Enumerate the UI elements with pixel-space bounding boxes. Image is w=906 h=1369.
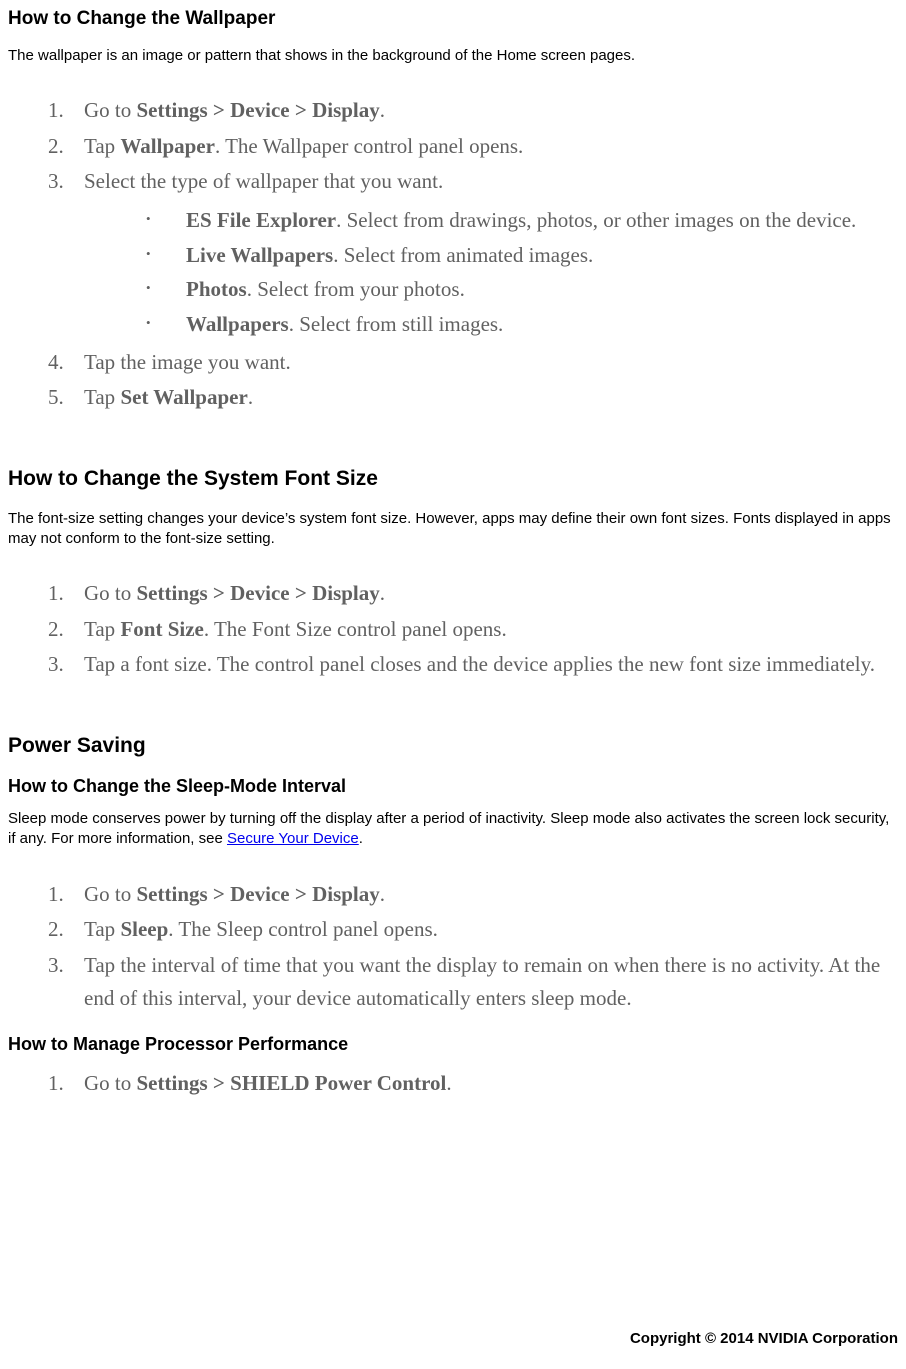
step-text: Tap (84, 917, 120, 941)
intro-text-part: Sleep mode conserves power by turning of… (8, 810, 889, 847)
step-text: Go to (84, 882, 137, 906)
steps-sleep-mode: Go to Settings > Device > Display. Tap S… (48, 878, 898, 1016)
list-item: Wallpapers. Select from still images. (146, 307, 898, 342)
step-item: Select the type of wallpaper that you wa… (48, 165, 898, 341)
step-item: Tap the interval of time that you want t… (48, 949, 898, 1016)
intro-text-part: . (359, 830, 363, 847)
step-text: Go to (84, 581, 137, 605)
step-text: . (380, 581, 385, 605)
step-text: . (446, 1071, 451, 1095)
step-bold: Sleep (120, 917, 168, 941)
step-text: . (380, 98, 385, 122)
step-item: Tap Font Size. The Font Size control pan… (48, 613, 898, 647)
steps-font-size: Go to Settings > Device > Display. Tap F… (48, 577, 898, 682)
steps-processor-performance: Go to Settings > SHIELD Power Control. (48, 1067, 898, 1101)
heading-font-size: How to Change the System Font Size (8, 467, 898, 491)
step-text: . (380, 882, 385, 906)
list-text: . Select from animated images. (333, 243, 593, 267)
secure-device-link[interactable]: Secure Your Device (227, 830, 359, 847)
copyright-footer: Copyright © 2014 NVIDIA Corporation (630, 1330, 898, 1347)
step-bold: Set Wallpaper (120, 385, 247, 409)
list-text: . Select from still images. (289, 312, 504, 336)
intro-font-size: The font-size setting changes your devic… (8, 509, 898, 550)
list-bold: Photos (186, 277, 247, 301)
step-text: . The Font Size control panel opens. (204, 617, 507, 641)
step-text: Tap a font size. The control panel close… (84, 652, 875, 676)
list-item: Photos. Select from your photos. (146, 272, 898, 307)
step-item: Tap Set Wallpaper. (48, 381, 898, 415)
list-text: . Select from your photos. (247, 277, 465, 301)
step-text: . (248, 385, 253, 409)
step-item: Go to Settings > Device > Display. (48, 878, 898, 912)
heading-power-saving: Power Saving (8, 734, 898, 758)
step-text: Go to (84, 98, 137, 122)
step-item: Tap a font size. The control panel close… (48, 648, 898, 682)
step-text: Tap the image you want. (84, 350, 291, 374)
heading-processor-performance: How to Manage Processor Performance (8, 1034, 898, 1055)
list-bold: Live Wallpapers (186, 243, 333, 267)
step-item: Go to Settings > SHIELD Power Control. (48, 1067, 898, 1101)
step-text: . The Sleep control panel opens. (168, 917, 438, 941)
heading-sleep-mode: How to Change the Sleep-Mode Interval (8, 776, 898, 797)
intro-sleep-mode: Sleep mode conserves power by turning of… (8, 809, 898, 850)
step-text: Tap the interval of time that you want t… (84, 953, 880, 1011)
list-item: ES File Explorer. Select from drawings, … (146, 203, 898, 238)
step-text: . The Wallpaper control panel opens. (215, 134, 523, 158)
step-bold: Settings > Device > Display (137, 882, 380, 906)
wallpaper-types-list: ES File Explorer. Select from drawings, … (146, 203, 898, 342)
list-item: Live Wallpapers. Select from animated im… (146, 238, 898, 273)
step-text: Tap (84, 134, 120, 158)
step-item: Tap Wallpaper. The Wallpaper control pan… (48, 130, 898, 164)
list-bold: Wallpapers (186, 312, 289, 336)
step-bold: Settings > Device > Display (137, 581, 380, 605)
step-text: Tap (84, 385, 120, 409)
step-bold: Wallpaper (120, 134, 215, 158)
list-bold: ES File Explorer (186, 208, 336, 232)
step-bold: Settings > Device > Display (137, 98, 380, 122)
step-text: Select the type of wallpaper that you wa… (84, 169, 443, 193)
step-item: Tap Sleep. The Sleep control panel opens… (48, 913, 898, 947)
steps-wallpaper: Go to Settings > Device > Display. Tap W… (48, 94, 898, 415)
step-item: Go to Settings > Device > Display. (48, 577, 898, 611)
step-text: Go to (84, 1071, 137, 1095)
heading-wallpaper: How to Change the Wallpaper (8, 8, 898, 30)
step-item: Tap the image you want. (48, 346, 898, 380)
list-text: . Select from drawings, photos, or other… (336, 208, 856, 232)
step-item: Go to Settings > Device > Display. (48, 94, 898, 128)
intro-wallpaper: The wallpaper is an image or pattern tha… (8, 46, 898, 66)
step-text: Tap (84, 617, 120, 641)
step-bold: Font Size (120, 617, 203, 641)
step-bold: Settings > SHIELD Power Control (137, 1071, 447, 1095)
